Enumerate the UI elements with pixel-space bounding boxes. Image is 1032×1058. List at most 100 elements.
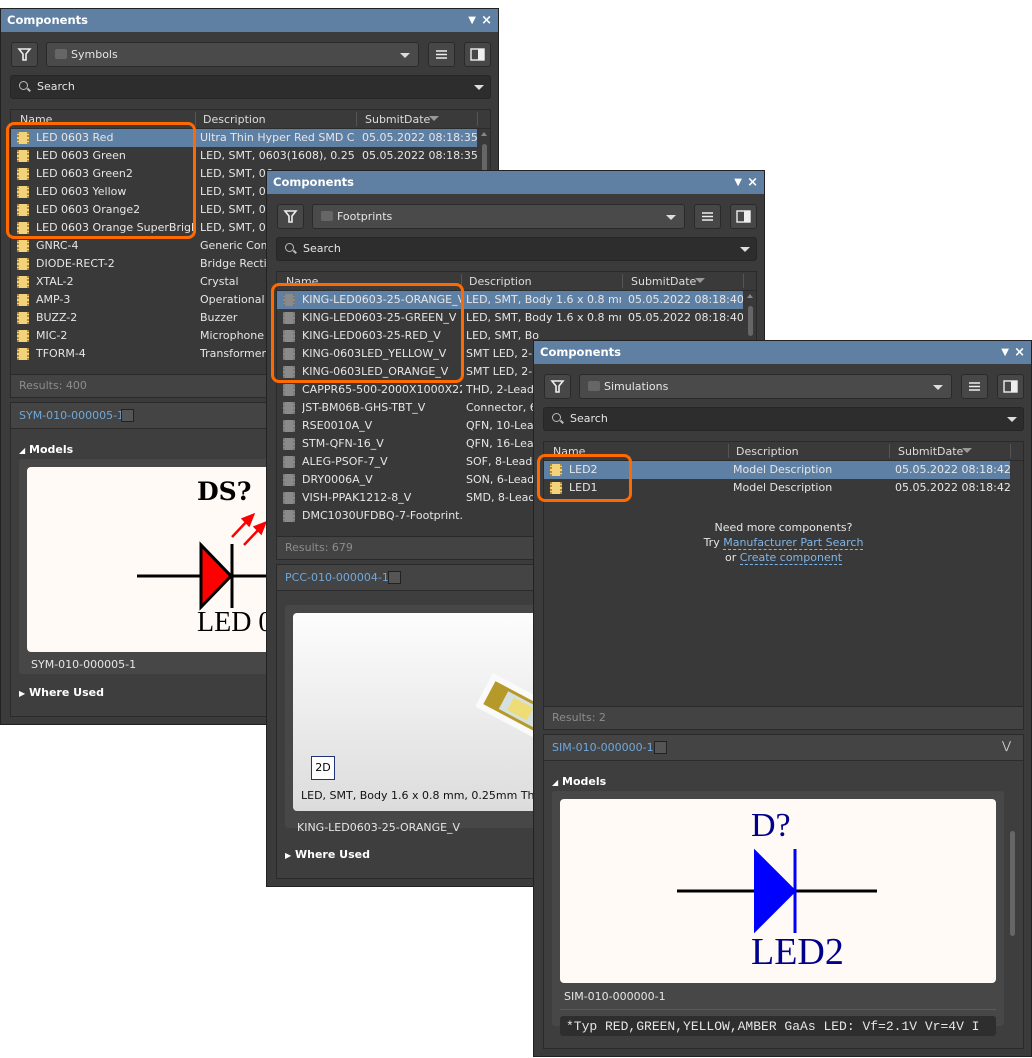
close-icon[interactable]: × — [1014, 341, 1025, 364]
row-name: TFORM-4 — [36, 347, 86, 360]
panel-title: Components — [7, 13, 88, 27]
where-used-toggle[interactable]: ▶ Where Used — [285, 848, 370, 861]
create-component-link[interactable]: Create component — [739, 551, 843, 565]
symbol-icon — [17, 258, 29, 270]
row-date: 05.05.2022 08:18:42 — [895, 481, 1010, 494]
model-preview-card: D? LED2 SIM-010-000000-1 *Typ RED,GREEN,Y… — [552, 791, 1004, 1036]
sort-desc-icon — [429, 116, 439, 121]
where-used-label: Where Used — [295, 848, 370, 861]
library-dropdown[interactable]: Footprints — [312, 204, 685, 229]
models-section-toggle[interactable]: ◢ Models — [552, 775, 606, 788]
collapse-all-icon[interactable]: ⋁ — [1002, 739, 1011, 752]
search-input[interactable]: Search — [543, 407, 1024, 431]
row-description: LED, SMT, Body 1.6 x 0.8 mm,... — [466, 293, 621, 306]
menu-icon — [436, 50, 447, 59]
models-section-toggle[interactable]: ◢ Models — [19, 443, 73, 456]
highlight-footprints — [271, 283, 464, 383]
details-toggle-button[interactable] — [464, 42, 491, 67]
simulation-symbol-preview: D? LED2 — [560, 799, 996, 983]
sort-desc-icon — [695, 278, 705, 283]
search-input[interactable]: Search — [10, 75, 491, 99]
component-id-link[interactable]: SIM-010-000000-1 — [552, 741, 654, 754]
search-options-icon[interactable] — [474, 85, 484, 90]
search-input[interactable]: Search — [276, 237, 757, 261]
library-icon — [588, 381, 600, 391]
collapsed-triangle-icon: ▶ — [19, 689, 26, 698]
hint-text: Need more components? — [714, 521, 853, 534]
side-panel-icon — [736, 210, 751, 223]
row-name: DMC1030UFDBQ-7-Footprint... — [302, 509, 462, 522]
footprint-description: LED, SMT, Body 1.6 x 0.8 mm, 0.25mm Thic… — [301, 789, 564, 802]
row-name: BUZZ-2 — [36, 311, 78, 324]
list-view-button[interactable] — [961, 374, 988, 399]
close-icon[interactable]: × — [747, 171, 758, 194]
symbol-icon — [17, 312, 29, 324]
row-name: MIC-2 — [36, 329, 68, 342]
compare-checkbox[interactable] — [388, 571, 401, 584]
designator-label: DS? — [197, 477, 252, 506]
footprint-icon — [283, 474, 295, 486]
panel-menu-icon[interactable]: ▼ — [1001, 341, 1009, 364]
row-description: LED, SMT, 0603(1608), 0.25m... — [200, 149, 355, 162]
filter-icon — [283, 210, 298, 223]
search-icon — [552, 413, 561, 422]
symbol-icon — [17, 294, 29, 306]
chevron-down-icon — [666, 215, 676, 220]
panel-title-bar[interactable]: Components ▼ × — [1, 9, 498, 32]
collapsed-triangle-icon: ▶ — [285, 851, 292, 860]
list-view-button[interactable] — [694, 204, 721, 229]
symbol-icon — [17, 240, 29, 252]
comment-label: LED 0 — [197, 607, 273, 638]
details-scrollbar[interactable] — [1010, 769, 1016, 1041]
column-submitdate[interactable]: SubmitDate — [365, 113, 430, 126]
panel-title: Components — [273, 175, 354, 189]
details-toggle-button[interactable] — [730, 204, 757, 229]
search-icon — [285, 243, 294, 252]
component-id-link[interactable]: SYM-010-000005-1 — [19, 409, 124, 422]
panel-title-bar[interactable]: Components ▼ × — [267, 171, 764, 194]
row-name: AMP-3 — [36, 293, 71, 306]
compare-checkbox[interactable] — [121, 409, 134, 422]
column-submitdate[interactable]: SubmitDate — [631, 275, 696, 288]
search-options-icon[interactable] — [1007, 417, 1017, 422]
row-description: LED, SMT, Body 1.6 x 0.8 mm,... — [466, 311, 621, 324]
chevron-down-icon — [933, 385, 943, 390]
filter-button[interactable] — [11, 42, 38, 67]
designator-label: D? — [751, 807, 791, 844]
expanded-triangle-icon: ◢ — [19, 446, 26, 455]
where-used-label: Where Used — [29, 686, 104, 699]
row-date: 05.05.2022 08:18:40 — [628, 293, 743, 306]
2d-view-button[interactable]: 2D — [311, 756, 335, 780]
filter-icon — [17, 48, 32, 61]
comment-label: LED2 — [751, 931, 844, 973]
library-dropdown[interactable]: Symbols — [46, 42, 419, 67]
panel-menu-icon[interactable]: ▼ — [734, 171, 742, 194]
details-toggle-button[interactable] — [997, 374, 1024, 399]
footprint-icon — [283, 420, 295, 432]
side-panel-icon — [470, 48, 485, 61]
filter-button[interactable] — [277, 204, 304, 229]
panel-title-bar[interactable]: Components ▼ × — [534, 341, 1031, 364]
hint-or: or — [724, 551, 737, 564]
column-description[interactable]: Description — [469, 275, 532, 288]
row-name: ALEG-PSOF-7_V — [302, 455, 388, 468]
column-submitdate[interactable]: SubmitDate — [898, 445, 963, 458]
expanded-triangle-icon: ◢ — [552, 778, 559, 787]
filter-button[interactable] — [544, 374, 571, 399]
component-id-link[interactable]: PCC-010-000004-1 — [285, 571, 389, 584]
footprint-icon — [283, 384, 295, 396]
search-placeholder: Search — [303, 242, 341, 255]
footprint-icon — [283, 402, 295, 414]
menu-icon — [969, 382, 980, 391]
column-description[interactable]: Description — [736, 445, 799, 458]
search-options-icon[interactable] — [740, 247, 750, 252]
column-description[interactable]: Description — [203, 113, 266, 126]
close-icon[interactable]: × — [481, 9, 492, 32]
library-dropdown[interactable]: Simulations — [579, 374, 952, 399]
symbol-icon — [17, 276, 29, 288]
manufacturer-part-search-link[interactable]: Manufacturer Part Search — [723, 536, 864, 550]
where-used-toggle[interactable]: ▶ Where Used — [19, 686, 104, 699]
compare-checkbox[interactable] — [654, 741, 667, 754]
list-view-button[interactable] — [428, 42, 455, 67]
panel-menu-icon[interactable]: ▼ — [468, 9, 476, 32]
